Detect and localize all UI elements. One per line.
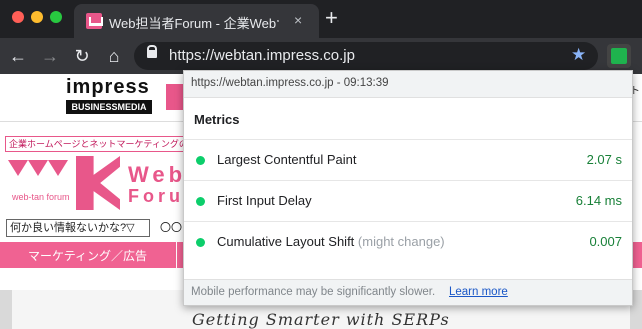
webtan-logo-mark[interactable] [8,160,68,186]
learn-more-link[interactable]: Learn more [449,286,508,298]
lock-icon[interactable] [147,45,157,58]
zoom-window-button[interactable] [50,11,62,23]
browser-tab[interactable]: Web担当者Forum - 企業Webサイ × [74,4,319,38]
minimize-window-button[interactable] [31,11,43,23]
status-dot-icon [196,156,205,165]
impress-logo[interactable]: impress [66,76,150,99]
site-tagline: 企業ホームページとネットマーケティングの実践 [5,136,185,152]
site-favicon-icon [86,13,103,29]
forum-web-text: Web [128,162,187,187]
home-icon[interactable]: ⌂ [102,44,126,68]
logo-triangle [48,160,68,176]
metric-value: 0.007 [589,234,622,249]
popup-footer: Mobile performance may be significantly … [184,279,632,305]
business-media-logo: BUSINESSMEDIA [66,100,152,114]
new-tab-button[interactable]: + [325,6,338,30]
logo-triangle [28,160,48,176]
star-icon[interactable]: ★ [571,45,586,65]
webtan-k-logo[interactable] [76,156,120,210]
status-dot-icon [196,238,205,247]
reload-icon[interactable]: ↻ [70,44,94,68]
tab-strip: Web担当者Forum - 企業Webサイ × + [0,0,642,38]
metric-row-fid: First Input Delay 6.14 ms [184,180,632,221]
web-vitals-extension-icon [611,48,627,64]
metric-label: Largest Contentful Paint [217,152,357,167]
metric-value: 6.14 ms [575,193,622,208]
nav-divider [176,242,177,268]
back-arrow-icon[interactable]: ← [6,44,30,68]
status-dot-icon [196,197,205,206]
close-window-button[interactable] [12,11,24,23]
tab-close-icon[interactable]: × [294,12,302,28]
forum-word-text: Foru [128,186,184,206]
popup-url-timestamp: https://webtan.impress.co.jp - 09:13:39 [191,77,389,89]
forward-arrow-icon[interactable]: → [38,44,62,68]
metric-row-lcp: Largest Contentful Paint 2.07 s [184,139,632,180]
logo-triangle [8,160,28,176]
footer-note: Mobile performance may be significantly … [191,286,436,298]
popup-header: https://webtan.impress.co.jp - 09:13:39 [184,71,632,98]
popup-title: Metrics [194,112,240,127]
metric-label: First Input Delay [217,193,312,208]
whiteboard-text: Getting Smarter with SERPs [192,310,450,329]
browser-toolbar: ← → ↻ ⌂ https://webtan.impress.co.jp ★ [0,38,642,74]
url-text[interactable]: https://webtan.impress.co.jp [169,47,355,64]
tab-title: Web担当者Forum - 企業Webサイ [109,16,279,31]
forum-tagline: web-tan forum [12,192,70,202]
metric-label: Cumulative Layout Shift (might change) [217,234,445,249]
metric-note: (might change) [357,234,445,249]
metrics-popup: https://webtan.impress.co.jp - 09:13:39 … [183,70,633,306]
nav-item-marketing[interactable]: マーケティング／広告 [28,247,147,264]
extension-icon[interactable] [607,44,631,68]
metric-row-cls: Cumulative Layout Shift (might change) 0… [184,221,632,262]
address-bar[interactable]: https://webtan.impress.co.jp ★ [134,42,598,70]
metric-value: 2.07 s [586,152,622,167]
header-banner[interactable] [166,84,184,110]
topic-dropdown[interactable]: 何か良い情報ないかな?▽ [6,219,150,237]
